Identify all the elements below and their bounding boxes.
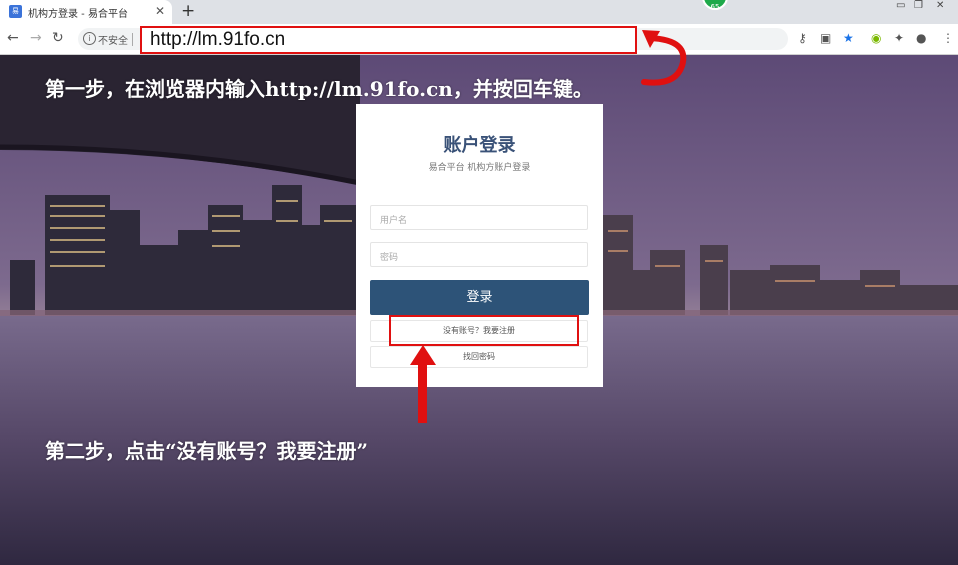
forward-arrow-icon[interactable]: →: [30, 30, 42, 46]
puzzle-icon[interactable]: ✦: [894, 31, 904, 45]
close-window-icon[interactable]: ✕: [936, 0, 944, 11]
translate-icon[interactable]: ▣: [820, 31, 831, 45]
step2-instruction: 第二步，点击“没有账号？我要注册”: [45, 439, 369, 463]
restore-icon[interactable]: ❐: [914, 0, 923, 11]
login-button[interactable]: 登录: [370, 280, 589, 315]
profile-avatar-icon[interactable]: ●: [916, 31, 926, 45]
browser-tab[interactable]: 易合 机构方登录 - 易合平台 ✕: [0, 0, 172, 28]
up-arrow-icon: [410, 345, 436, 423]
username-input[interactable]: 用户名: [370, 205, 588, 230]
url-highlight-box[interactable]: http://lm.91fo.cn: [140, 26, 637, 54]
register-highlight-box: [389, 315, 579, 346]
extension-icon[interactable]: ◉: [871, 31, 881, 45]
back-arrow-icon[interactable]: ←: [7, 30, 19, 46]
tab-close-icon[interactable]: ✕: [155, 4, 165, 18]
tab-title: 机构方登录 - 易合平台: [28, 9, 128, 20]
minimize-icon[interactable]: ▭: [896, 0, 905, 11]
login-subtitle: 易合平台 机构方账户登录: [428, 163, 531, 173]
reload-icon[interactable]: ↻: [52, 30, 64, 46]
tab-bar: 易合 机构方登录 - 易合平台 ✕ + 65 ▭ ❐ ✕: [0, 0, 958, 28]
site-favicon-icon: 易合: [9, 5, 22, 28]
key-icon[interactable]: ⚷: [798, 31, 807, 45]
extension-badge[interactable]: 65: [702, 0, 728, 11]
divider: [132, 33, 133, 46]
new-tab-button[interactable]: +: [181, 1, 195, 21]
info-icon[interactable]: i: [83, 32, 96, 45]
forgot-password-link[interactable]: 找回密码: [370, 346, 588, 368]
bookmark-star-icon[interactable]: ★: [843, 31, 854, 45]
login-title: 账户登录: [443, 135, 516, 156]
browser-toolbar: ← → ↻ i 不安全 http://lm.91fo.cn ⚷ ▣ ★ ◉ ✦ …: [0, 24, 958, 55]
password-input[interactable]: 密码: [370, 242, 588, 267]
curved-arrow-icon: [641, 30, 687, 86]
menu-dots-icon[interactable]: ⋮: [942, 31, 954, 45]
url-text[interactable]: http://lm.91fo.cn: [150, 29, 285, 51]
step1-instruction: 第一步，在浏览器内输入http://lm.91fo.cn，并按回车键。: [45, 77, 593, 101]
security-status[interactable]: 不安全: [98, 32, 128, 47]
